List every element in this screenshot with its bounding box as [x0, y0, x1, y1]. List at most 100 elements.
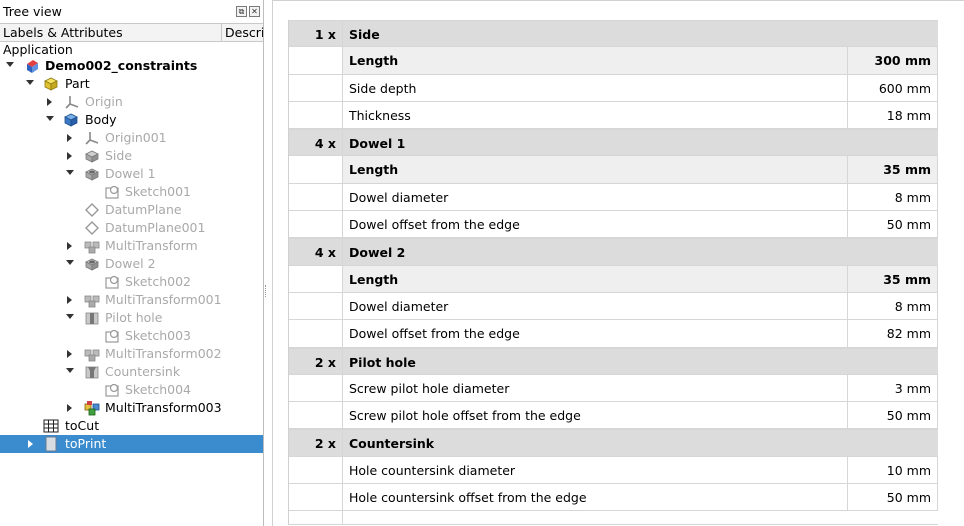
expand-arrow-icon[interactable] [67, 242, 72, 250]
name-cell[interactable]: Screw pilot hole offset from the edge [343, 402, 848, 429]
tree-item-label: Body [85, 112, 117, 127]
expand-arrow-icon[interactable] [67, 296, 72, 304]
tree-item-document[interactable]: Demo002_constraints [0, 57, 263, 75]
quantity-cell[interactable] [289, 292, 343, 320]
name-cell[interactable]: Side depth [343, 74, 848, 101]
sheet-row: Dowel offset from the edge 50 mm [289, 211, 938, 239]
tree-item-tocut[interactable]: toCut [0, 417, 263, 435]
tree-item-side[interactable]: Side [0, 147, 263, 165]
expand-arrow-icon[interactable] [6, 62, 14, 67]
expand-arrow-icon[interactable] [66, 314, 74, 319]
name-cell[interactable]: Length [343, 265, 848, 292]
tree-item-datumplane[interactable]: DatumPlane [0, 201, 263, 219]
quantity-cell[interactable] [289, 456, 343, 484]
tree-item-origin001[interactable]: Origin001 [0, 129, 263, 147]
tree-item-multitransform003[interactable]: MultiTransform003 [0, 399, 263, 417]
name-cell[interactable]: Dowel offset from the edge [343, 320, 848, 347]
name-cell[interactable]: Dowel 1 [343, 130, 938, 155]
quantity-cell[interactable]: 4 x [289, 239, 343, 265]
value-cell[interactable]: 3 mm [848, 374, 938, 402]
close-panel-button[interactable]: ✕ [249, 6, 260, 17]
name-cell[interactable]: Length [343, 156, 848, 183]
tree-item-datumplane001[interactable]: DatumPlane001 [0, 219, 263, 237]
quantity-cell[interactable] [289, 511, 343, 525]
tree-item-sketch001[interactable]: Sketch001 [0, 183, 263, 201]
name-cell[interactable]: Thickness [343, 101, 848, 129]
value-cell[interactable]: 82 mm [848, 320, 938, 347]
name-cell[interactable] [343, 511, 938, 524]
float-panel-button[interactable]: ⧉ [236, 6, 247, 17]
tree-item-label: Pilot hole [105, 310, 163, 325]
expand-arrow-icon[interactable] [46, 116, 54, 121]
value-cell[interactable]: 600 mm [848, 74, 938, 101]
quantity-cell[interactable] [289, 402, 343, 429]
quantity-cell[interactable]: 2 x [289, 348, 343, 374]
value-cell[interactable]: 8 mm [848, 292, 938, 320]
quantity-cell[interactable] [289, 265, 343, 292]
expand-arrow-icon[interactable] [66, 170, 74, 175]
name-cell[interactable]: Countersink [343, 430, 938, 455]
name-cell[interactable]: Dowel offset from the edge [343, 211, 848, 238]
value-cell[interactable]: 50 mm [848, 211, 938, 238]
quantity-cell[interactable] [289, 211, 343, 238]
value-cell[interactable]: 10 mm [848, 456, 938, 484]
quantity-cell[interactable]: 1 x [289, 21, 343, 47]
quantity-cell[interactable] [289, 47, 343, 74]
tree-view-panel: Tree view ⧉ ✕ Labels & Attributes Descri… [0, 0, 264, 526]
name-cell[interactable]: Hole countersink diameter [343, 456, 848, 484]
expand-arrow-icon[interactable] [67, 404, 72, 412]
expand-arrow-icon[interactable] [66, 260, 74, 265]
quantity-cell[interactable]: 4 x [289, 130, 343, 156]
tree-item-sketch003[interactable]: Sketch003 [0, 327, 263, 345]
column-labels-attributes[interactable]: Labels & Attributes [3, 25, 123, 40]
value-cell[interactable]: 35 mm [848, 156, 938, 183]
tree-item-body[interactable]: Body [0, 111, 263, 129]
quantity-cell[interactable] [289, 374, 343, 402]
value-cell[interactable]: 8 mm [848, 183, 938, 211]
name-cell[interactable]: Length [343, 47, 848, 74]
expand-arrow-icon[interactable] [66, 368, 74, 373]
panel-splitter-handle[interactable] [265, 285, 267, 297]
quantity-cell[interactable]: 2 x [289, 430, 343, 456]
quantity-cell[interactable] [289, 320, 343, 347]
quantity-cell[interactable] [289, 183, 343, 211]
tree-item-multitransform[interactable]: MultiTransform [0, 237, 263, 255]
tree-item-dowel-2[interactable]: Dowel 2 [0, 255, 263, 273]
tree-item-label: Part [65, 76, 90, 91]
quantity-cell[interactable] [289, 101, 343, 129]
tree-item-part[interactable]: Part [0, 75, 263, 93]
value-cell[interactable]: 300 mm [848, 47, 938, 74]
tree-item-toprint[interactable]: toPrint [0, 435, 263, 453]
name-cell[interactable]: Pilot hole [343, 349, 938, 374]
name-cell[interactable]: Side [343, 21, 938, 46]
value-cell[interactable]: 50 mm [848, 484, 938, 511]
tree-item-pilot-hole[interactable]: Pilot hole [0, 309, 263, 327]
tree-item-sketch004[interactable]: Sketch004 [0, 381, 263, 399]
tree-item-label: DatumPlane001 [105, 220, 206, 235]
value-cell[interactable]: 35 mm [848, 265, 938, 292]
tree-item-dowel-1[interactable]: Dowel 1 [0, 165, 263, 183]
quantity-cell[interactable] [289, 74, 343, 101]
column-description[interactable]: Description [221, 24, 263, 41]
name-cell[interactable]: Hole countersink offset from the edge [343, 484, 848, 511]
expand-arrow-icon[interactable] [67, 350, 72, 358]
quantity-cell[interactable] [289, 484, 343, 511]
expand-arrow-icon[interactable] [26, 80, 34, 85]
name-cell[interactable]: Screw pilot hole diameter [343, 374, 848, 402]
name-cell[interactable]: Dowel 2 [343, 239, 938, 264]
name-cell[interactable]: Dowel diameter [343, 183, 848, 211]
quantity-cell[interactable] [289, 156, 343, 183]
expand-arrow-icon[interactable] [28, 440, 33, 448]
value-cell[interactable]: 18 mm [848, 101, 938, 129]
expand-arrow-icon[interactable] [67, 152, 72, 160]
document-icon [27, 60, 38, 73]
tree-item-sketch002[interactable]: Sketch002 [0, 273, 263, 291]
expand-arrow-icon[interactable] [47, 98, 52, 106]
tree-item-origin[interactable]: Origin [0, 93, 263, 111]
expand-arrow-icon[interactable] [67, 134, 72, 142]
tree-item-multitransform001[interactable]: MultiTransform001 [0, 291, 263, 309]
name-cell[interactable]: Dowel diameter [343, 292, 848, 320]
tree-item-countersink[interactable]: Countersink [0, 363, 263, 381]
value-cell[interactable]: 50 mm [848, 402, 938, 429]
tree-item-multitransform002[interactable]: MultiTransform002 [0, 345, 263, 363]
